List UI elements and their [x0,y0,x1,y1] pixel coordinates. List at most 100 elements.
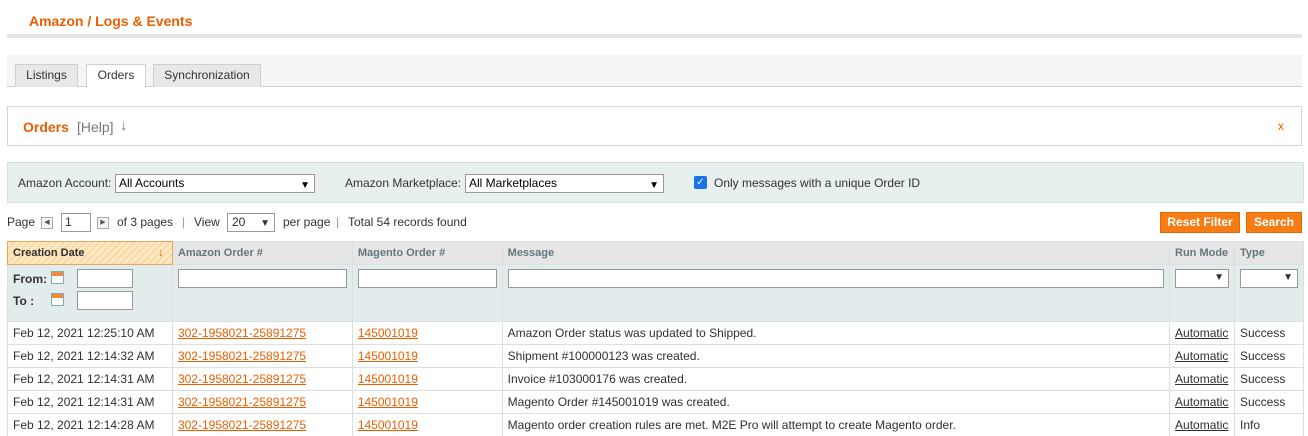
message-cell: Invoice #103000176 was created. [501,367,1171,391]
tab-orders[interactable]: Orders [86,64,146,88]
column-header-message[interactable]: Message [501,241,1171,265]
tab-listings[interactable]: Listings [15,64,78,87]
table-row: Feb 12, 2021 12:14:28 AM 302-1958021-258… [7,413,1304,436]
amazon-order-cell: 302-1958021-25891275 [171,344,353,368]
pager-view-label: View [194,215,220,229]
magento-order-link[interactable]: 145001019 [358,372,418,386]
magento-order-filter-cell [351,264,503,322]
type-cell: Info [1234,413,1304,436]
message-filter-cell [501,264,1171,322]
table-row: Feb 12, 2021 12:14:32 AM 302-1958021-258… [7,344,1304,368]
type-filter-select[interactable]: ▼ [1240,269,1298,288]
close-icon[interactable]: x [1278,119,1284,133]
type-cell: Success [1234,367,1304,391]
run-mode-link[interactable]: Automatic [1175,418,1228,432]
table-row: Feb 12, 2021 12:14:31 AM 302-1958021-258… [7,367,1304,391]
run-mode-filter-select[interactable]: ▼ [1175,269,1229,288]
to-date-input[interactable] [77,291,133,310]
chevron-down-icon: ▼ [1283,272,1293,283]
amazon-order-cell: 302-1958021-25891275 [171,413,353,436]
run-mode-cell: Automatic [1169,413,1235,436]
pager-separator: | [336,215,340,229]
filter-box: Amazon Account: All Accounts ▼ Amazon Ma… [7,162,1304,203]
amazon-order-link[interactable]: 302-1958021-25891275 [178,395,306,409]
amazon-order-link[interactable]: 302-1958021-25891275 [178,326,306,340]
sort-desc-icon: ↓ [157,245,164,259]
account-select[interactable]: All Accounts ▼ [115,174,315,193]
amazon-order-filter-input[interactable] [177,269,347,288]
message-cell: Magento order creation rules are met. M2… [501,413,1171,436]
column-header-type[interactable]: Type [1234,241,1304,265]
marketplace-select[interactable]: All Marketplaces ▼ [465,174,664,193]
search-button[interactable]: Search [1246,212,1302,233]
magento-order-link[interactable]: 145001019 [358,395,418,409]
run-mode-link[interactable]: Automatic [1175,349,1228,363]
account-select-value: All Accounts [119,176,185,190]
expand-arrow-icon[interactable]: ↓ [120,117,128,134]
magento-order-filter-input[interactable] [357,269,497,288]
run-mode-cell: Automatic [1169,321,1235,345]
amazon-order-link[interactable]: 302-1958021-25891275 [178,372,306,386]
account-label: Amazon Account: [18,176,112,190]
type-cell: Success [1234,321,1304,345]
pager-page-label: Page [7,215,36,229]
help-box-title: Orders [23,119,69,135]
run-mode-link[interactable]: Automatic [1175,395,1228,409]
per-page-value: 20 [232,215,246,229]
unique-order-checkbox[interactable]: ✓ [694,176,707,189]
total-records: Total 54 records found [348,215,467,229]
column-header-magento-order[interactable]: Magento Order # [351,241,503,265]
creation-date-cell: Feb 12, 2021 12:14:31 AM [7,367,173,391]
column-header-creation-date[interactable]: Creation Date ↓ [7,241,173,265]
tabs-bar: Listings Orders Synchronization [7,55,1302,88]
column-header-amazon-order[interactable]: Amazon Order # [171,241,353,265]
prev-page-icon[interactable]: ◀ [41,217,53,229]
magento-order-cell: 145001019 [351,390,503,414]
run-mode-cell: Automatic [1169,367,1235,391]
type-cell: Success [1234,344,1304,368]
amazon-order-link[interactable]: 302-1958021-25891275 [178,349,306,363]
per-page-label: per page [283,215,331,229]
calendar-icon[interactable] [51,271,64,284]
logs-grid: Creation Date ↓ Amazon Order # Magento O… [7,241,1304,436]
to-label: To : [13,294,35,308]
creation-date-cell: Feb 12, 2021 12:14:31 AM [7,390,173,414]
magento-order-link[interactable]: 145001019 [358,326,418,340]
chevron-down-icon: ▼ [260,218,270,229]
reset-filter-button[interactable]: Reset Filter [1160,212,1240,233]
column-header-label: Creation Date [13,247,85,259]
chevron-down-icon: ▼ [300,180,310,191]
run-mode-cell: Automatic [1169,390,1235,414]
tab-synchronization[interactable]: Synchronization [153,64,261,87]
pager-separator: | [182,215,186,229]
pager-of-pages: of 3 pages [117,215,174,229]
help-box: Orders [Help] ↓ x [7,106,1302,146]
page-title: Amazon / Logs & Events [29,13,193,29]
per-page-select[interactable]: 20 ▼ [227,213,275,232]
message-filter-input[interactable] [507,269,1165,288]
amazon-order-cell: 302-1958021-25891275 [171,367,353,391]
table-row: Feb 12, 2021 12:25:10 AM 302-1958021-258… [7,321,1304,345]
run-mode-link[interactable]: Automatic [1175,372,1228,386]
from-label: From: [13,272,47,286]
help-link[interactable]: [Help] [77,119,114,135]
unique-order-label: Only messages with a unique Order ID [714,176,921,190]
from-date-input[interactable] [77,269,133,288]
magento-order-link[interactable]: 145001019 [358,349,418,363]
column-header-run-mode[interactable]: Run Mode [1169,241,1235,265]
page-input[interactable]: 1 [61,213,91,232]
message-cell: Shipment #100000123 was created. [501,344,1171,368]
message-cell: Amazon Order status was updated to Shipp… [501,321,1171,345]
amazon-order-link[interactable]: 302-1958021-25891275 [178,418,306,432]
type-cell: Success [1234,390,1304,414]
run-mode-filter-cell: ▼ [1169,264,1235,322]
next-page-icon[interactable]: ▶ [97,217,109,229]
magento-order-link[interactable]: 145001019 [358,418,418,432]
creation-date-cell: Feb 12, 2021 12:25:10 AM [7,321,173,345]
run-mode-link[interactable]: Automatic [1175,326,1228,340]
marketplace-label: Amazon Marketplace: [345,176,462,190]
amazon-order-filter-cell [171,264,353,322]
calendar-icon[interactable] [51,293,64,306]
chevron-down-icon: ▼ [1214,272,1224,283]
creation-date-cell: Feb 12, 2021 12:14:28 AM [7,413,173,436]
